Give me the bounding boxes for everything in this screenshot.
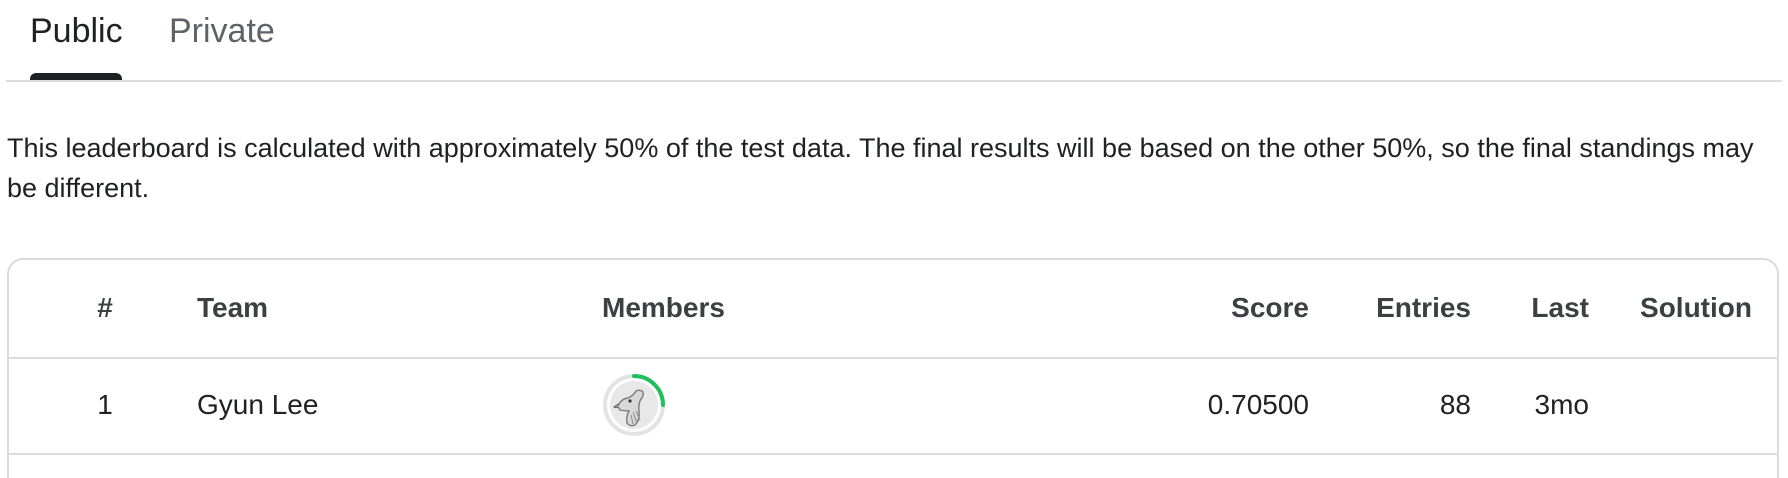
column-header-entries: Entries [1376,292,1471,323]
tab-public[interactable]: Public [30,12,123,80]
last-submission-cell: 3mo [1534,389,1589,420]
member-avatar[interactable] [602,373,666,437]
table-row[interactable]: 1 Gyun Lee 0.70500 88 3mo [9,357,1777,455]
leaderboard-table: # Team Members Score Entries Last Soluti… [7,258,1779,478]
column-header-score: Score [1231,292,1309,323]
column-header-team: Team [197,292,269,323]
score-cell: 0.70500 [1207,389,1309,420]
tab-private[interactable]: Private [169,12,275,80]
goose-avatar-icon [603,374,665,436]
team-name-link[interactable]: Gyun Lee [197,357,318,453]
entries-cell: 88 [1439,389,1471,420]
column-header-members: Members [602,292,725,323]
rank-cell: 1 [97,389,113,420]
leaderboard-note: This leaderboard is calculated with appr… [7,133,1754,203]
column-header-rank: # [97,292,113,323]
leaderboard-tabs: Public Private [6,0,1782,82]
column-header-solution: Solution [1640,292,1752,323]
active-tab-indicator [30,73,122,80]
column-header-last: Last [1531,292,1589,323]
table-header: # Team Members Score Entries Last Soluti… [9,260,1777,359]
